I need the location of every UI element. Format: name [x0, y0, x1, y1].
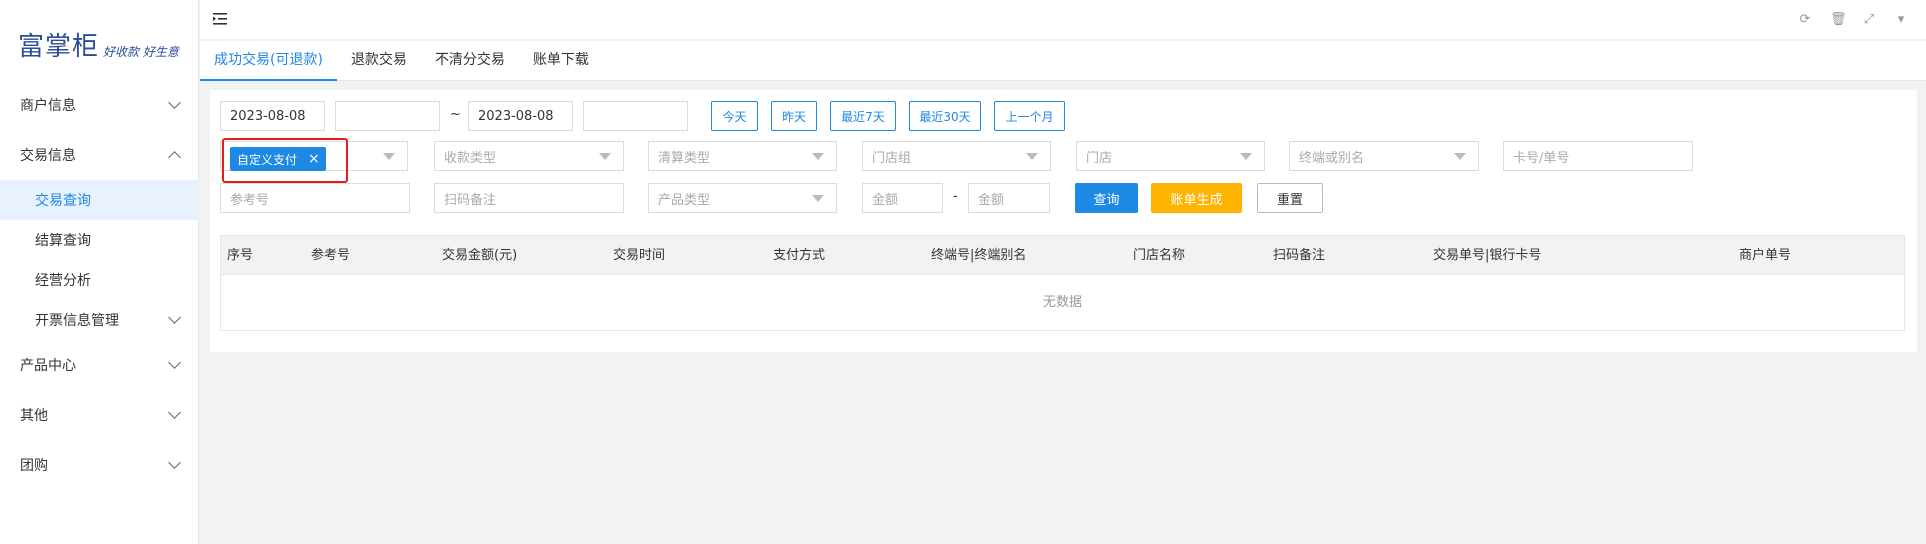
terminal-placeholder: 终端或别名 [1299, 150, 1365, 166]
col-terminal: 终端号|终端别名 [931, 248, 1027, 263]
top-icons: ⟳ 🗑 ⤢ ▾ [1798, 12, 1908, 27]
tab-success-trade[interactable]: 成功交易(可退款) [200, 41, 337, 81]
ref-no-input[interactable]: 参考号 [220, 183, 410, 213]
col-amount: 交易金额(元) [442, 248, 518, 263]
scan-note-input[interactable]: 扫码备注 [434, 183, 624, 213]
chevron-down-icon [168, 96, 181, 109]
date-range-separator: ~ [450, 107, 461, 122]
store-placeholder: 门店 [1086, 150, 1113, 166]
col-scan-note: 扫码备注 [1273, 248, 1326, 263]
terminal-select[interactable]: 终端或别名 [1289, 141, 1479, 171]
tab-bar: 成功交易(可退款) 退款交易 不清分交易 账单下载 [200, 41, 1926, 81]
end-time-input[interactable] [583, 101, 688, 131]
sidebar-item-other[interactable]: 其他 [0, 390, 199, 440]
sidebar-item-merchant-info[interactable]: 商户信息 [0, 80, 199, 130]
caret-down-icon [1026, 153, 1038, 160]
amount-min-input[interactable]: 金额 [862, 183, 943, 213]
col-store-name: 门店名称 [1133, 248, 1186, 263]
caret-down-icon [599, 153, 611, 160]
bill-generate-button[interactable]: 账单生成 [1151, 183, 1242, 213]
trade-table: 序号 参考号 交易金额(元) 交易时间 支付方式 终端号|终端别名 门店名称 扫… [220, 235, 1905, 331]
sidebar-subitem-label: 经营分析 [35, 273, 91, 289]
col-index: 序号 [227, 248, 254, 263]
start-time-input[interactable] [335, 101, 440, 131]
card-no-input[interactable]: 卡号/单号 [1503, 141, 1693, 171]
table-header: 序号 参考号 交易金额(元) 交易时间 支付方式 终端号|终端别名 门店名称 扫… [221, 236, 1904, 275]
chevron-down-icon [168, 406, 181, 419]
quick-30days-button[interactable]: 最近30天 [909, 101, 981, 131]
quick-last-month-button[interactable]: 上一个月 [994, 101, 1065, 131]
top-bar: ⟳ 🗑 ⤢ ▾ [200, 0, 1926, 40]
logo-slogan: 好收款 好生意 [103, 45, 179, 59]
settle-type-select[interactable]: 清算类型 [648, 141, 837, 171]
start-date-input[interactable]: 2023-08-08 [220, 101, 325, 131]
chevron-down-icon [168, 356, 181, 369]
amount-max-input[interactable]: 金额 [968, 183, 1050, 213]
collect-type-placeholder: 收款类型 [444, 150, 497, 166]
tab-bill-download[interactable]: 账单下载 [519, 41, 603, 81]
sidebar-item-label: 交易信息 [20, 148, 76, 164]
sidebar-item-label: 其他 [20, 408, 48, 424]
col-pay-method: 支付方式 [773, 248, 826, 263]
product-type-select[interactable]: 产品类型 [648, 183, 837, 213]
tab-refund-trade[interactable]: 退款交易 [337, 41, 421, 81]
caret-down-icon [1454, 153, 1466, 160]
col-trade-time: 交易时间 [613, 248, 666, 263]
caret-down-icon[interactable]: ▾ [1894, 12, 1908, 27]
sidebar-item-label: 产品中心 [20, 358, 76, 374]
sidebar: 富掌柜 好收款 好生意 商户信息 交易信息 交易查询 结算查询 经营分析 开票信… [0, 0, 199, 544]
col-trade-no: 交易单号|银行卡号 [1433, 248, 1542, 263]
sidebar-subitem-invoice-manage[interactable]: 开票信息管理 [0, 300, 199, 340]
sidebar-item-trade-info[interactable]: 交易信息 [0, 130, 199, 180]
store-group-placeholder: 门店组 [872, 150, 912, 166]
highlight-box [222, 138, 348, 183]
sidebar-item-label: 商户信息 [20, 98, 76, 114]
store-select[interactable]: 门店 [1076, 141, 1265, 171]
quick-today-button[interactable]: 今天 [711, 101, 758, 131]
query-button[interactable]: 查询 [1075, 183, 1138, 213]
sidebar-menu: 商户信息 交易信息 交易查询 结算查询 经营分析 开票信息管理 产品中心 其他 [0, 80, 199, 490]
sidebar-subitem-trade-query[interactable]: 交易查询 [0, 180, 199, 220]
logo: 富掌柜 好收款 好生意 [18, 22, 179, 62]
chevron-down-icon [168, 311, 181, 324]
caret-down-icon [812, 153, 824, 160]
sidebar-item-group-buy[interactable]: 团购 [0, 440, 199, 490]
sidebar-subitem-settle-query[interactable]: 结算查询 [0, 220, 199, 260]
sidebar-subitem-business-analysis[interactable]: 经营分析 [0, 260, 199, 300]
chevron-up-icon [168, 150, 181, 164]
fullscreen-icon[interactable]: ⤢ [1862, 12, 1876, 27]
caret-down-icon [1240, 153, 1252, 160]
refresh-icon[interactable]: ⟳ [1798, 12, 1812, 27]
caret-down-icon [812, 195, 824, 202]
quick-7days-button[interactable]: 最近7天 [830, 101, 896, 131]
end-date-input[interactable]: 2023-08-08 [468, 101, 573, 131]
logo-main: 富掌柜 [18, 32, 100, 62]
trash-icon[interactable]: 🗑 [1830, 12, 1847, 27]
sidebar-subitem-label: 交易查询 [35, 193, 91, 209]
product-type-placeholder: 产品类型 [658, 192, 711, 208]
settle-type-placeholder: 清算类型 [658, 150, 711, 166]
col-merchant-order: 商户单号 [1739, 248, 1792, 263]
col-ref-no: 参考号 [311, 248, 351, 263]
sidebar-item-label: 团购 [20, 458, 48, 474]
sidebar-item-product-center[interactable]: 产品中心 [0, 340, 199, 390]
menu-toggle-icon[interactable] [213, 13, 227, 25]
tab-unsettled-trade[interactable]: 不清分交易 [421, 41, 519, 81]
reset-button[interactable]: 重置 [1257, 183, 1323, 213]
quick-yesterday-button[interactable]: 昨天 [771, 101, 817, 131]
sidebar-subitem-label: 结算查询 [35, 233, 91, 249]
amount-range-separator: - [953, 189, 958, 204]
empty-state: 无数据 [1042, 295, 1082, 310]
chevron-down-icon [168, 456, 181, 469]
caret-down-icon [383, 153, 395, 160]
sidebar-subitem-label: 开票信息管理 [35, 313, 119, 329]
collect-type-select[interactable]: 收款类型 [434, 141, 624, 171]
store-group-select[interactable]: 门店组 [862, 141, 1051, 171]
